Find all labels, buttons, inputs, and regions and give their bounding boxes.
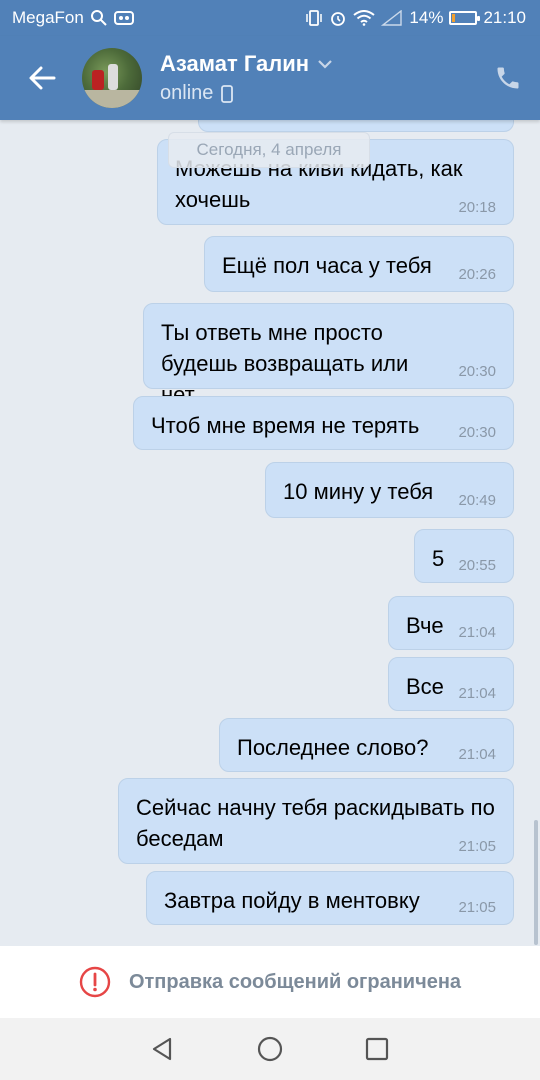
triangle-back-icon: [153, 1037, 172, 1061]
vr-icon: [113, 10, 134, 26]
message-text: Все: [406, 674, 444, 699]
message-time: 21:04: [458, 685, 496, 702]
battery-percent: 14%: [409, 8, 444, 27]
square-recents-icon: [365, 1037, 388, 1061]
message-time: 20:30: [458, 424, 496, 441]
message-bubble[interactable]: 5 20:55: [414, 529, 514, 583]
wifi-icon: [353, 10, 376, 26]
nav-recents-button[interactable]: [355, 1027, 399, 1071]
search-icon: [90, 9, 108, 27]
nav-home-button[interactable]: [248, 1027, 292, 1071]
chat-header: Азамат Галин online: [0, 36, 540, 120]
message-text: Последнее слово?: [237, 735, 429, 760]
clock: 21:10: [483, 8, 526, 27]
message-time: 20:26: [458, 266, 496, 283]
message-time: 20:18: [458, 199, 496, 216]
back-button[interactable]: [0, 36, 84, 120]
message-bubble[interactable]: Все 21:04: [388, 657, 514, 711]
date-separator: Сегодня, 4 апреля: [168, 132, 370, 168]
message-text: Чтоб мне время не терять: [151, 413, 420, 438]
message-time: 20:30: [458, 363, 496, 380]
circle-home-icon: [257, 1036, 283, 1062]
message-bubble[interactable]: Чтоб мне время не терять 20:30: [133, 396, 514, 450]
message-time: 20:55: [458, 557, 496, 574]
message-bubble[interactable]: 10 мину у тебя 20:49: [265, 462, 514, 518]
message-bubble[interactable]: Ты ответь мне просто будешь возвращать и…: [143, 303, 514, 407]
phone-icon: [497, 67, 519, 89]
chevron-down-icon: [318, 60, 332, 69]
vibrate-icon: [305, 9, 323, 27]
battery-icon: [449, 11, 481, 25]
message-bubble[interactable]: Завтра пойду в ментовку 21:05: [146, 871, 514, 925]
message-bubble[interactable]: Ещё пол часа у тебя 20:26: [204, 236, 514, 292]
contact-info[interactable]: Азамат Галин online: [160, 51, 333, 105]
restriction-bar: Отправка сообщений ограничена: [0, 946, 540, 1018]
message-text: Вче: [406, 613, 444, 638]
message-text: 5: [432, 546, 445, 571]
avatar[interactable]: [82, 48, 142, 108]
message-time: 21:05: [458, 899, 496, 916]
message-bubble[interactable]: Вче 21:04: [388, 596, 514, 650]
navigation-bar: [0, 1018, 540, 1080]
online-status: online: [160, 82, 214, 104]
status-bar: MegaFon 14% 21:10: [0, 0, 540, 36]
message-text: Сейчас начну тебя раскидывать по беседам: [136, 795, 495, 851]
nav-back-button[interactable]: [141, 1027, 185, 1071]
message-list[interactable]: Сегодня, 4 апреля Можешь на киви кидать,…: [0, 120, 540, 946]
mobile-device-icon: [221, 84, 234, 103]
message-bubble[interactable]: Сейчас начну тебя раскидывать по беседам…: [118, 778, 514, 864]
alarm-icon: [329, 9, 347, 27]
message-time: 21:04: [458, 624, 496, 641]
restriction-text: Отправка сообщений ограничена: [128, 970, 462, 993]
exclamation-circle-icon: [79, 966, 111, 998]
message-text: 10 мину у тебя: [283, 479, 434, 504]
call-button[interactable]: [488, 58, 528, 98]
carrier-label: MegaFon: [12, 8, 84, 27]
contact-name: Азамат Галин: [160, 51, 310, 76]
message-text: Ты ответь мне просто будешь возвращать и…: [161, 320, 409, 407]
message-bubble[interactable]: [198, 120, 514, 132]
scrollbar[interactable]: [534, 820, 538, 945]
signal-icon: [381, 10, 403, 26]
message-bubble[interactable]: Последнее слово? 21:04: [219, 718, 514, 772]
message-time: 21:05: [458, 838, 496, 855]
arrow-left-icon: [29, 66, 56, 90]
message-text: Завтра пойду в ментовку: [164, 888, 420, 913]
message-text: Ещё пол часа у тебя: [222, 253, 432, 278]
message-time: 21:04: [458, 746, 496, 763]
message-time: 20:49: [458, 492, 496, 509]
